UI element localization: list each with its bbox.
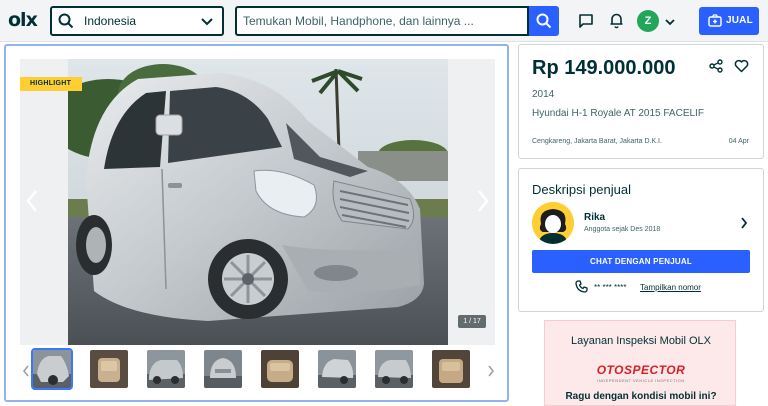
thumbnail-prev-icon[interactable]: [22, 364, 30, 382]
listing-date: 04 Apr: [728, 138, 749, 145]
location-select[interactable]: Indonesia: [50, 6, 224, 36]
top-header: olx Indonesia Z JUAL: [0, 0, 768, 42]
inspection-title: Layanan Inspeksi Mobil OLX: [570, 335, 712, 347]
prev-image-arrow-icon[interactable]: [25, 188, 39, 214]
thumbnail[interactable]: [375, 350, 413, 388]
main-car-photo[interactable]: [68, 59, 448, 345]
inspection-question: Ragu dengan kondisi mobil ini?: [565, 391, 717, 402]
otospector-tagline: INDEPENDENT VEHICLE INSPECTION: [597, 378, 685, 383]
olx-logo[interactable]: olx: [8, 9, 38, 31]
thumbnail[interactable]: [318, 350, 356, 388]
share-icon[interactable]: [709, 59, 723, 78]
otospector-logo: OTOSPECTOR: [596, 363, 686, 377]
listing-price: Rp 149.000.000: [532, 57, 676, 79]
sell-label: JUAL: [726, 15, 753, 26]
highlight-badge: HIGHLIGHT: [20, 77, 82, 91]
search-icon: [58, 13, 74, 34]
image-counter: 1 / 17: [458, 315, 486, 328]
location-value: Indonesia: [84, 14, 137, 28]
heart-icon[interactable]: [734, 59, 749, 78]
chat-seller-button[interactable]: CHAT DENGAN PENJUAL: [532, 250, 750, 273]
seller-card: Deskripsi penjual Rika Anggota sejak Des…: [518, 168, 764, 312]
thumbnail-strip: [20, 348, 495, 390]
image-gallery: HIGHLIGHT 1 / 17: [4, 44, 509, 402]
next-image-arrow-icon[interactable]: [476, 188, 490, 214]
search-icon: [536, 13, 552, 29]
thumbnail[interactable]: [432, 350, 470, 388]
thumbnail[interactable]: [261, 350, 299, 388]
user-avatar[interactable]: Z: [637, 10, 659, 32]
sell-button[interactable]: JUAL: [699, 7, 759, 35]
thumbnail[interactable]: [147, 350, 185, 388]
search-field[interactable]: [235, 6, 529, 36]
bell-icon[interactable]: [609, 12, 624, 34]
thumbnail[interactable]: [90, 350, 128, 388]
listing-title: Hyundai H-1 Royale AT 2015 FACELIF: [532, 108, 704, 119]
chevron-down-icon[interactable]: [664, 15, 676, 33]
search-button[interactable]: [529, 6, 559, 36]
seller-member-since: Anggota sejak Des 2018: [584, 226, 661, 233]
chevron-right-icon[interactable]: [740, 216, 748, 234]
chat-icon[interactable]: [578, 13, 594, 33]
phone-icon: [575, 280, 588, 298]
thumbnail[interactable]: [31, 348, 73, 390]
show-phone-link[interactable]: Tampilkan nomor: [640, 283, 701, 292]
chevron-down-icon: [200, 15, 214, 33]
seller-section-title: Deskripsi penjual: [532, 182, 631, 197]
phone-number-masked: ** *** ****: [594, 283, 627, 292]
search-input[interactable]: [237, 8, 527, 34]
gallery-stage: HIGHLIGHT 1 / 17: [20, 59, 495, 345]
thumbnail-next-icon[interactable]: [487, 364, 495, 382]
camera-plus-icon: [708, 14, 722, 27]
seller-avatar[interactable]: [532, 202, 574, 244]
seller-name[interactable]: Rika: [584, 212, 605, 223]
inspection-promo[interactable]: Layanan Inspeksi Mobil OLX OTOSPECTOR IN…: [544, 320, 736, 406]
listing-year: 2014: [532, 89, 555, 100]
price-card: Rp 149.000.000 2014 Hyundai H-1 Royale A…: [518, 44, 764, 159]
thumbnail[interactable]: [204, 350, 242, 388]
listing-location: Cengkareng, Jakarta Barat, Jakarta D.K.I…: [532, 138, 662, 145]
